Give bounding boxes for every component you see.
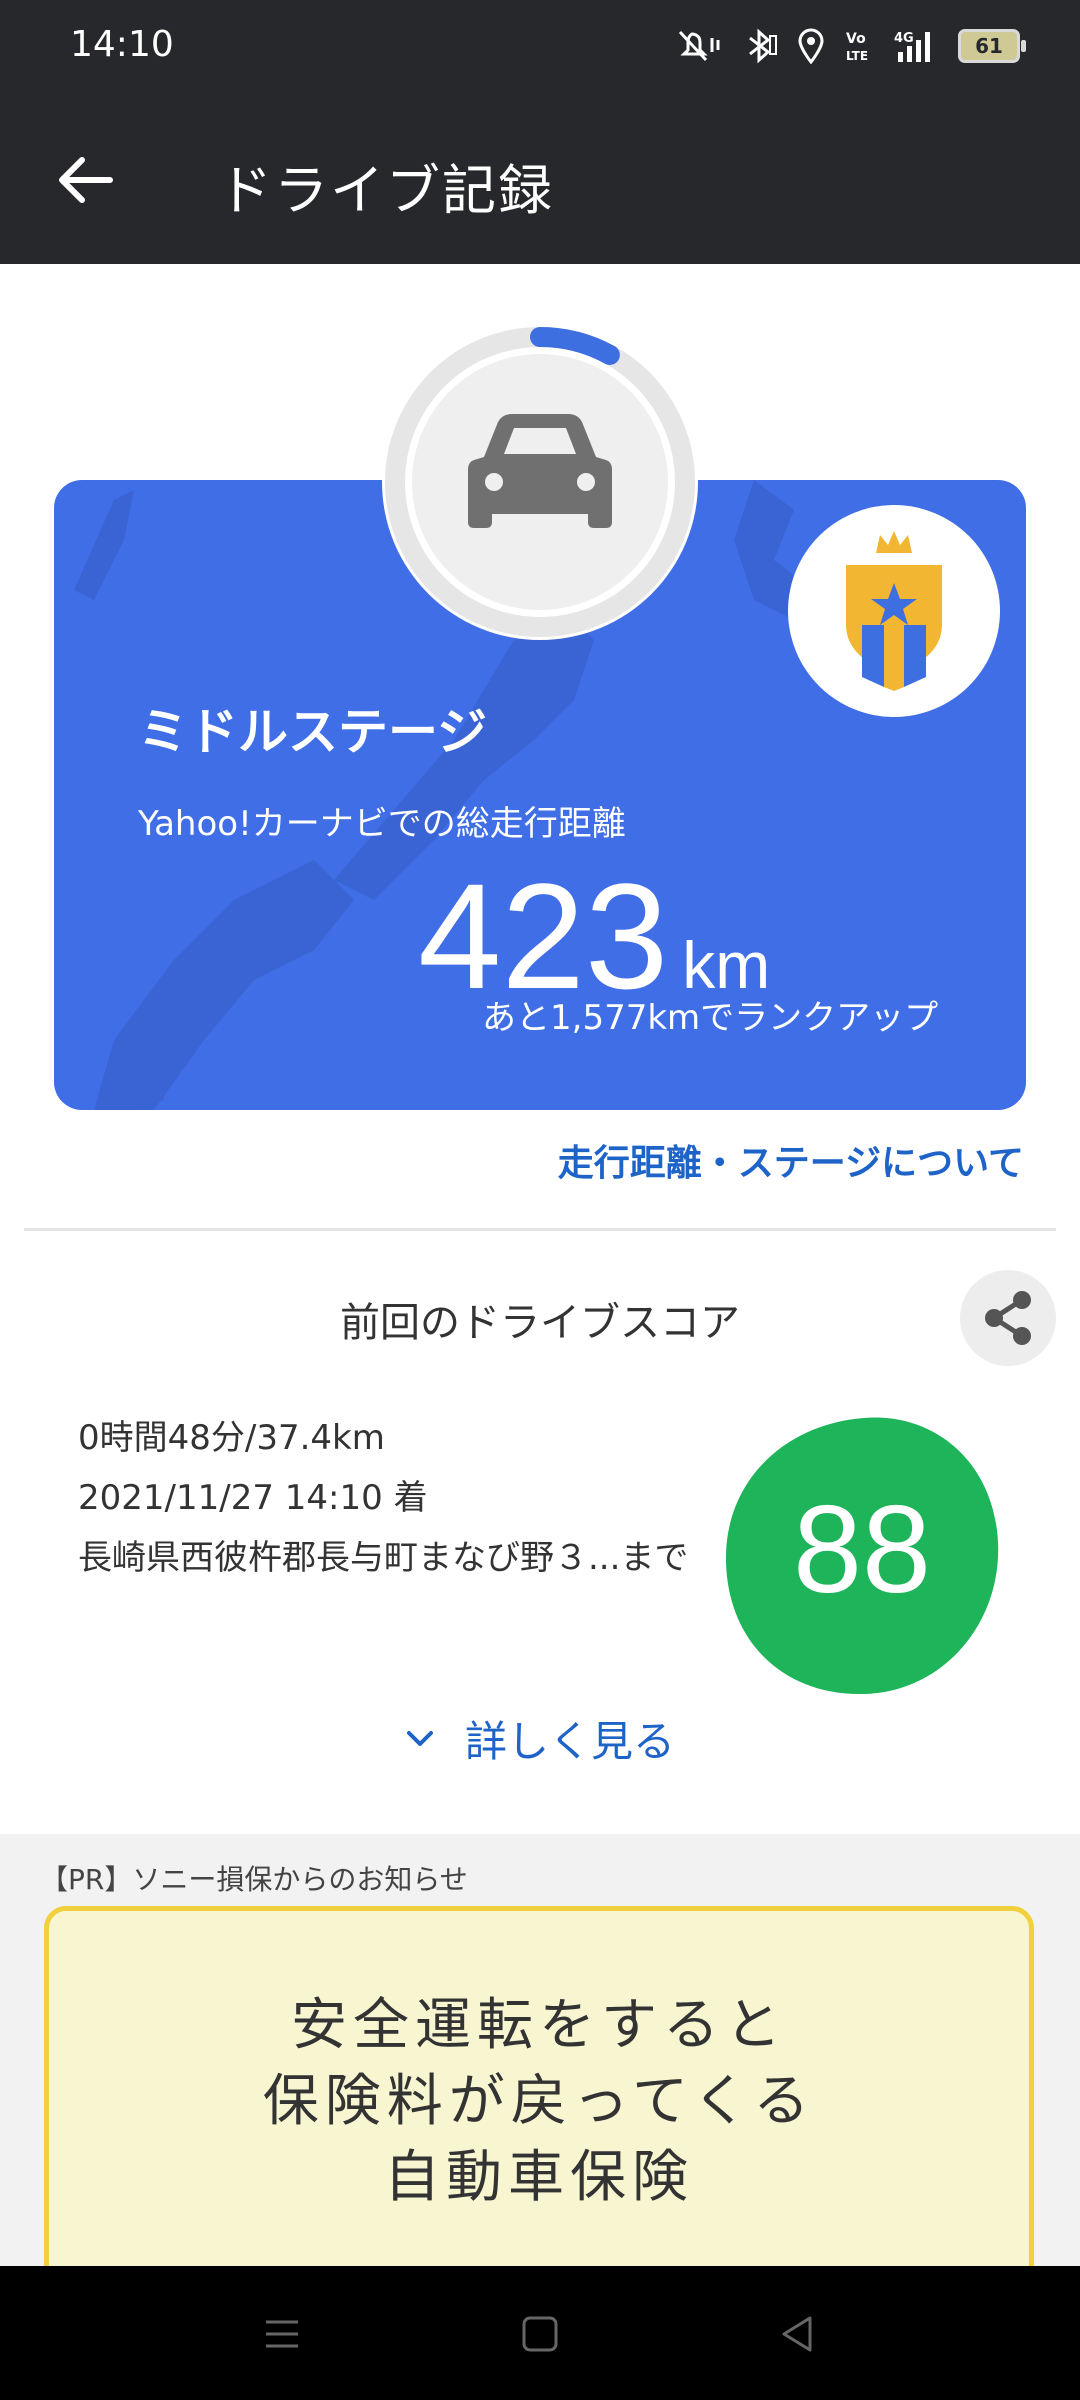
svg-text:Vo: Vo xyxy=(846,31,866,47)
system-nav-bar xyxy=(0,2266,1080,2400)
share-icon xyxy=(985,1291,1031,1345)
drive-score-value: 88 xyxy=(793,1481,931,1619)
pr-label: 【PR】ソニー損保からのお知らせ xyxy=(40,1863,468,1896)
svg-text:4G: 4G xyxy=(894,31,914,46)
drive-score-badge: 88 xyxy=(725,1417,999,1695)
trip-arrival-time: 2021/11/27 14:10 着 xyxy=(78,1478,428,1518)
trip-duration-distance: 0時間48分/37.4km xyxy=(78,1418,385,1458)
trophy-badge-icon xyxy=(846,531,942,691)
location-icon xyxy=(798,28,824,64)
status-time: 14:10 xyxy=(70,24,174,65)
bluetooth-icon xyxy=(749,28,777,64)
status-bar: 14:10 Vo LTE 4G 61 xyxy=(0,0,1080,96)
stage-name: ミドルステージ xyxy=(138,703,487,761)
chevron-down-icon xyxy=(406,1730,433,1746)
share-button[interactable] xyxy=(960,1270,1056,1366)
divider xyxy=(24,1228,1056,1231)
mute-vibrate-icon xyxy=(678,30,720,62)
back-arrow-icon[interactable] xyxy=(52,146,120,214)
page-title: ドライブ記録 xyxy=(218,159,554,222)
stage-badge xyxy=(788,505,1000,717)
stage-progress-ring xyxy=(382,324,698,640)
app-bar: ドライブ記録 xyxy=(0,96,1080,264)
see-details-button[interactable]: 詳しく見る xyxy=(0,1708,1080,1769)
back-triangle-icon[interactable] xyxy=(770,2306,826,2362)
rankup-remaining: あと1,577kmでランクアップ xyxy=(482,998,939,1038)
svg-text:LTE: LTE xyxy=(846,49,868,63)
about-stage-link[interactable]: 走行距離・ステージについて xyxy=(558,1134,1024,1186)
total-distance-label: Yahoo!カーナビでの総走行距離 xyxy=(138,804,626,844)
volte-icon: Vo LTE xyxy=(846,31,868,63)
home-square-icon[interactable] xyxy=(512,2306,568,2362)
see-details-label: 詳しく見る xyxy=(464,1717,675,1766)
trip-destination: 長崎県西彼杵郡長与町まなび野３...まで xyxy=(78,1538,689,1578)
ad-line-3: 自動車保険 xyxy=(384,2145,694,2210)
last-drive-score-heading: 前回のドライブスコア xyxy=(340,1300,740,1346)
recents-menu-icon[interactable] xyxy=(254,2306,310,2362)
ad-line-1: 安全運転をすると xyxy=(291,1993,787,2058)
status-icons: Vo LTE 4G 61 xyxy=(676,28,1026,64)
battery-indicator: 61 xyxy=(958,29,1026,63)
ad-line-2: 保険料が戻ってくる xyxy=(262,2069,816,2134)
signal-4g-icon: 4G xyxy=(894,31,930,62)
